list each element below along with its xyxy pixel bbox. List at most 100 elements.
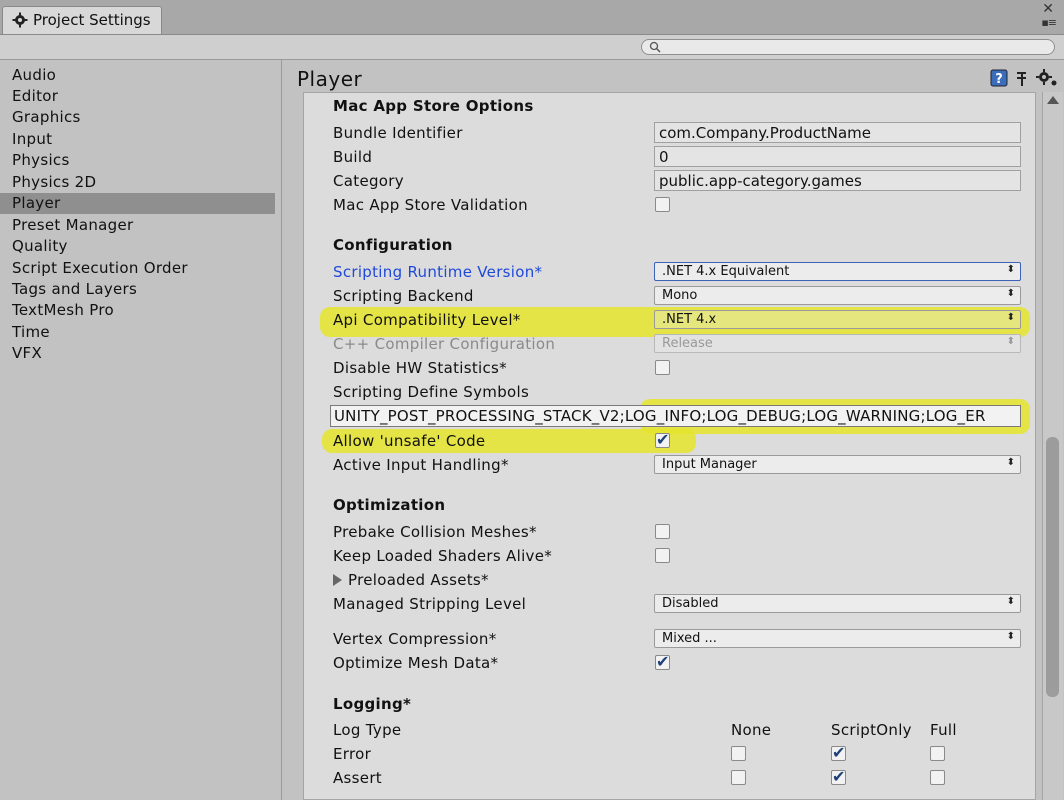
sidebar-item-label: Physics 2D <box>12 173 97 191</box>
label-vertex-compression: Vertex Compression* <box>333 630 497 648</box>
gear-icon <box>12 12 28 28</box>
label-bundle-identifier: Bundle Identifier <box>333 124 463 142</box>
build-field[interactable]: 0 <box>654 146 1021 167</box>
cpp-compiler-configuration-dropdown: Release ⬍ <box>654 334 1021 353</box>
sidebar-item-label: Tags and Layers <box>12 280 138 298</box>
sidebar-item-tags-and-layers[interactable]: Tags and Layers <box>0 279 275 300</box>
keep-loaded-shaders-alive-checkbox[interactable] <box>655 548 670 563</box>
column-header-full: Full <box>930 721 957 739</box>
assert-none-checkbox[interactable] <box>731 770 746 785</box>
active-input-handling-dropdown[interactable]: Input Manager ⬍ <box>654 455 1021 474</box>
dropdown-arrows-icon: ⬍ <box>1006 336 1015 347</box>
section-header-logging: Logging* <box>333 695 412 713</box>
label-category: Category <box>333 172 404 190</box>
dropdown-value: .NET 4.x Equivalent <box>662 264 790 279</box>
error-none-checkbox[interactable] <box>731 746 746 761</box>
scroll-up-arrow-icon[interactable] <box>1047 96 1059 104</box>
label-api-compatibility-level: Api Compatibility Level* <box>333 311 521 329</box>
scripting-runtime-version-dropdown[interactable]: .NET 4.x Equivalent ⬍ <box>654 262 1021 281</box>
error-scriptonly-checkbox[interactable]: ✔ <box>831 744 846 762</box>
search-input[interactable] <box>641 39 1055 55</box>
disable-hw-statistics-checkbox[interactable] <box>655 360 670 375</box>
bundle-identifier-field[interactable]: com.Company.ProductName <box>654 122 1021 143</box>
sidebar-item-label: Time <box>12 323 50 341</box>
label-scripting-runtime-version: Scripting Runtime Version* <box>333 263 543 281</box>
sidebar-item-label: Quality <box>12 237 68 255</box>
close-icon[interactable]: ✕ <box>1042 1 1054 17</box>
sidebar-item-label: Preset Manager <box>12 216 134 234</box>
sidebar-item-vfx[interactable]: VFX <box>0 343 275 364</box>
dropdown-value: Release <box>662 336 713 351</box>
page-title: Player <box>297 67 363 91</box>
log-row-label: Error <box>333 745 372 763</box>
scripting-backend-dropdown[interactable]: Mono ⬍ <box>654 286 1021 305</box>
prebake-collision-meshes-checkbox[interactable] <box>655 524 670 539</box>
window-menu-icon[interactable]: ▪≡ <box>1041 16 1057 29</box>
label-scripting-define-symbols: Scripting Define Symbols <box>333 383 530 401</box>
scrollbar-thumb[interactable] <box>1046 437 1059 697</box>
label-active-input-handling: Active Input Handling* <box>333 456 509 474</box>
label-mac-app-store-validation: Mac App Store Validation <box>333 196 528 214</box>
dropdown-value: Mono <box>662 288 698 303</box>
error-full-checkbox[interactable] <box>930 746 945 761</box>
sidebar-item-input[interactable]: Input <box>0 129 275 150</box>
label-build: Build <box>333 148 373 166</box>
dropdown-value: Disabled <box>662 596 719 611</box>
preset-icon[interactable] <box>1017 72 1026 86</box>
label-preloaded-assets[interactable]: Preloaded Assets* <box>348 571 489 589</box>
label-optimize-mesh-data: Optimize Mesh Data* <box>333 654 499 672</box>
section-header-configuration: Configuration <box>333 236 453 254</box>
dropdown-arrows-icon: ⬍ <box>1006 264 1015 275</box>
sidebar-item-quality[interactable]: Quality <box>0 236 275 257</box>
label-keep-loaded-shaders-alive: Keep Loaded Shaders Alive* <box>333 547 553 565</box>
section-header-optimization: Optimization <box>333 496 446 514</box>
dropdown-arrows-icon: ⬍ <box>1006 631 1015 642</box>
section-header-mac-app-store: Mac App Store Options <box>333 97 534 115</box>
label-scripting-backend: Scripting Backend <box>333 287 474 305</box>
checkmark-icon: ✔ <box>656 652 670 671</box>
sidebar-item-audio[interactable]: Audio <box>0 65 275 86</box>
sidebar-item-time[interactable]: Time <box>0 322 275 343</box>
gear-icon[interactable] <box>1036 69 1057 86</box>
category-field[interactable]: public.app-category.games <box>654 170 1021 191</box>
api-compatibility-level-dropdown[interactable]: .NET 4.x ⬍ <box>654 310 1021 329</box>
svg-text:?: ? <box>995 72 1003 87</box>
sidebar-item-label: Player <box>12 194 61 212</box>
tab-title: Project Settings <box>33 11 151 29</box>
label-managed-stripping-level: Managed Stripping Level <box>333 595 527 613</box>
sidebar-item-textmesh-pro[interactable]: TextMesh Pro <box>0 300 275 321</box>
assert-scriptonly-checkbox[interactable]: ✔ <box>831 767 846 786</box>
sidebar-item-physics[interactable]: Physics <box>0 150 275 171</box>
assert-full-checkbox[interactable] <box>930 770 945 785</box>
sidebar-item-preset-manager[interactable]: Preset Manager <box>0 215 275 236</box>
dropdown-arrows-icon: ⬍ <box>1006 312 1015 323</box>
sidebar-item-script-execution-order[interactable]: Script Execution Order <box>0 258 275 279</box>
checkmark-icon: ✔ <box>656 430 670 449</box>
dropdown-arrows-icon: ⬍ <box>1006 288 1015 299</box>
sidebar-item-player[interactable]: Player <box>0 193 275 214</box>
sidebar-item-editor[interactable]: Editor <box>0 86 275 107</box>
column-header-scriptonly: ScriptOnly <box>831 721 912 739</box>
tab-project-settings[interactable]: Project Settings <box>2 6 162 34</box>
foldout-arrow-icon[interactable] <box>333 574 342 586</box>
sidebar-item-physics-2d[interactable]: Physics 2D <box>0 172 275 193</box>
checkmark-icon: ✔ <box>832 767 846 786</box>
help-icon[interactable]: ? <box>990 69 1008 87</box>
label-allow-unsafe-code: Allow 'unsafe' Code <box>333 432 486 450</box>
mac-app-store-validation-checkbox[interactable] <box>655 197 670 212</box>
optimize-mesh-data-checkbox[interactable]: ✔ <box>655 652 670 671</box>
sidebar-item-label: Audio <box>12 66 57 84</box>
column-header-none: None <box>731 721 772 739</box>
sidebar-item-graphics[interactable]: Graphics <box>0 107 275 128</box>
sidebar-item-label: Graphics <box>12 108 81 126</box>
sidebar-item-label: Script Execution Order <box>12 259 188 277</box>
vertex-compression-dropdown[interactable]: Mixed ... ⬍ <box>654 629 1021 648</box>
vertical-scrollbar[interactable] <box>1042 92 1063 800</box>
header-icons: ? <box>990 69 1057 87</box>
allow-unsafe-code-checkbox[interactable]: ✔ <box>655 430 670 449</box>
log-row-label: Assert <box>333 769 382 787</box>
scripting-define-symbols-field[interactable]: UNITY_POST_PROCESSING_STACK_V2;LOG_INFO;… <box>330 405 1021 427</box>
dropdown-value: Mixed ... <box>662 631 717 646</box>
dropdown-arrows-icon: ⬍ <box>1006 596 1015 607</box>
managed-stripping-level-dropdown[interactable]: Disabled ⬍ <box>654 594 1021 613</box>
